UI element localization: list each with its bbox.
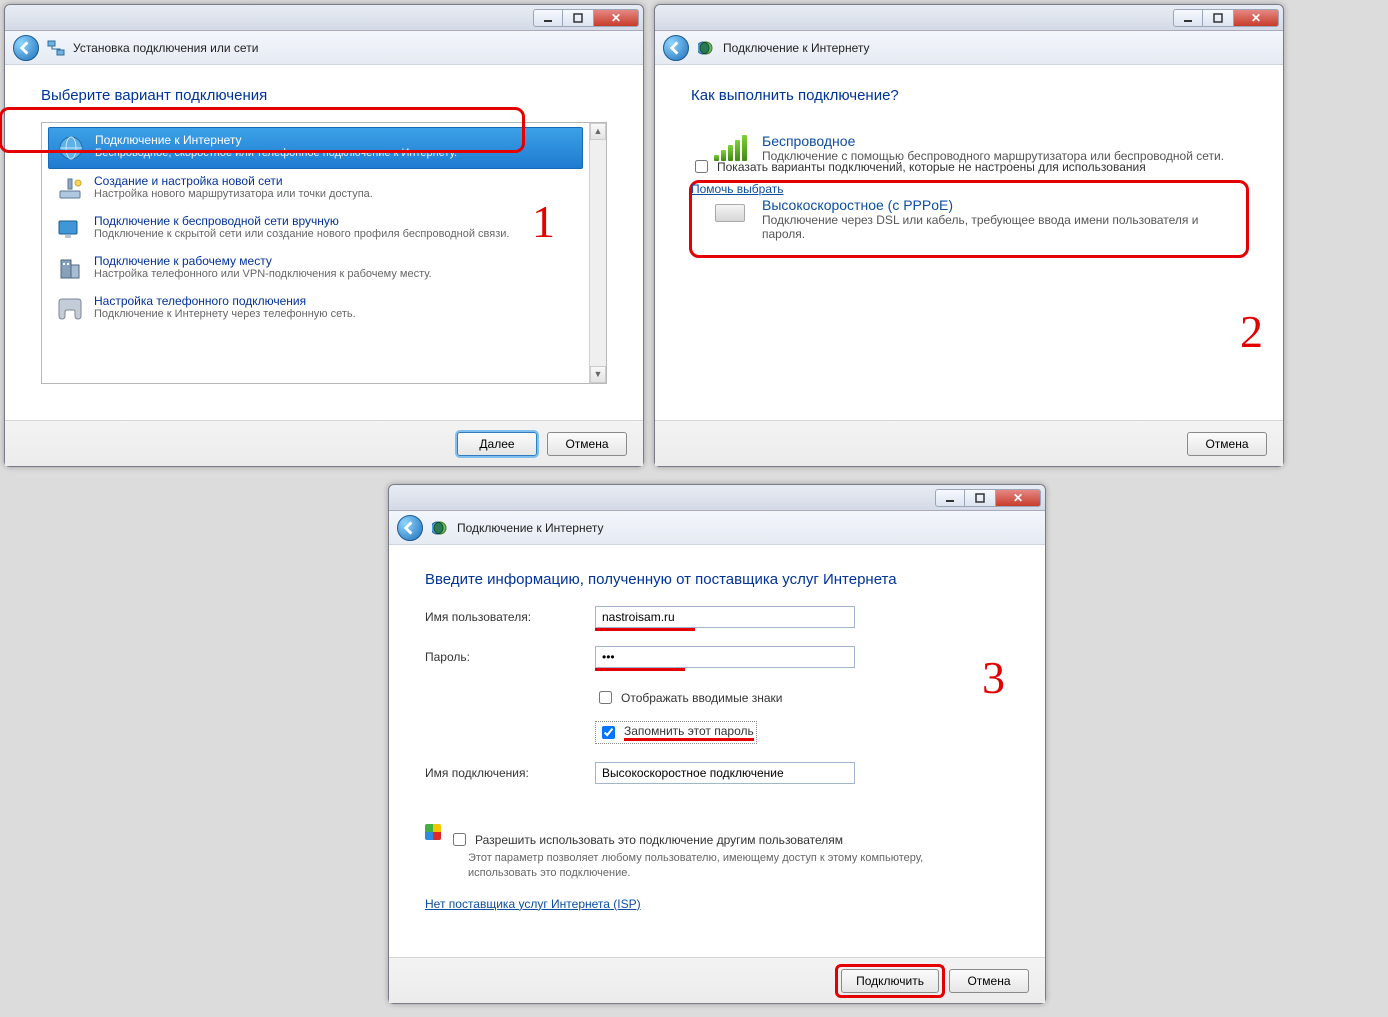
option-manual-wifi[interactable]: Подключение к беспроводной сети вручную … (48, 209, 583, 249)
back-button[interactable] (663, 35, 689, 61)
crumb-text: Подключение к Интернету (723, 41, 870, 55)
annotation-number: 1 (532, 195, 555, 248)
username-label: Имя пользователя: (425, 610, 595, 624)
cancel-button[interactable]: Отмена (949, 969, 1029, 993)
scroll-down-button[interactable]: ▼ (590, 366, 606, 383)
option-desc: Настройка телефонного или VPN-подключени… (94, 268, 577, 280)
option-title: Беспроводное (762, 133, 1224, 149)
checkbox-label: Показать варианты подключений, которые н… (717, 160, 1146, 174)
page-heading: Введите информацию, полученную от постав… (425, 571, 1009, 588)
help-choose-link[interactable]: Помочь выбрать (691, 182, 784, 196)
globe-icon (697, 39, 715, 57)
connection-name-label: Имя подключения: (425, 766, 595, 780)
router-icon (54, 173, 86, 205)
wizard-window-connect-type: ✕ Подключение к Интернету Как выполнить … (654, 4, 1284, 467)
navbar: Установка подключения или сети (5, 31, 643, 65)
minimize-button[interactable] (1173, 9, 1203, 27)
phone-icon (54, 293, 86, 325)
checkbox-label: Разрешить использовать это подключение д… (475, 833, 843, 847)
crumb-text: Установка подключения или сети (73, 41, 258, 55)
show-chars-checkbox[interactable] (599, 691, 612, 704)
content: Как выполнить подключение? Беспроводное … (655, 65, 1283, 252)
option-workplace[interactable]: Подключение к рабочему месту Настройка т… (48, 249, 583, 289)
allow-others-checkbox[interactable] (453, 833, 466, 846)
option-title: Создание и настройка новой сети (94, 174, 577, 188)
no-isp-link[interactable]: Нет поставщика услуг Интернета (ISP) (425, 897, 641, 911)
connection-name-input[interactable] (595, 762, 855, 784)
cancel-button[interactable]: Отмена (1187, 432, 1267, 456)
close-button[interactable]: ✕ (1233, 9, 1279, 27)
office-icon (54, 253, 86, 285)
footer: Подключить Отмена (389, 957, 1045, 1003)
scroll-up-button[interactable]: ▲ (590, 123, 606, 140)
footer: Далее Отмена (5, 420, 643, 466)
username-input[interactable] (595, 606, 855, 628)
back-button[interactable] (13, 35, 39, 61)
show-unconfigured-checkbox-row[interactable]: Показать варианты подключений, которые н… (691, 157, 1247, 176)
maximize-button[interactable] (965, 489, 995, 507)
globe-icon (55, 132, 87, 164)
wizard-window-credentials: ✕ Подключение к Интернету Введите информ… (388, 484, 1046, 1004)
page-heading: Выберите вариант подключения (41, 87, 607, 104)
option-internet[interactable]: Подключение к Интернету Беспроводное, ск… (48, 127, 583, 169)
titlebar[interactable]: ✕ (655, 5, 1283, 31)
navbar: Подключение к Интернету (655, 31, 1283, 65)
minimize-button[interactable] (533, 9, 563, 27)
globe-icon (431, 519, 449, 537)
annotation-number: 2 (1240, 305, 1263, 358)
titlebar[interactable]: ✕ (5, 5, 643, 31)
checkbox-label: Отображать вводимые знаки (621, 691, 782, 705)
show-chars-row[interactable]: Отображать вводимые знаки (595, 688, 782, 707)
content: Выберите вариант подключения Подключение… (5, 65, 643, 384)
allow-others-desc: Этот параметр позволяет любому пользоват… (468, 851, 968, 881)
checkbox-label: Запомнить этот пароль (624, 724, 754, 741)
option-desc: Беспроводное, скоростное или телефонное … (95, 147, 576, 159)
option-desc: Подключение через DSL или кабель, требую… (762, 213, 1226, 241)
titlebar[interactable]: ✕ (389, 485, 1045, 511)
crumb-text: Подключение к Интернету (457, 521, 604, 535)
cancel-button[interactable]: Отмена (547, 432, 627, 456)
navbar: Подключение к Интернету (389, 511, 1045, 545)
allow-others-row[interactable]: Разрешить использовать это подключение д… (449, 830, 1009, 849)
option-dialup[interactable]: Настройка телефонного подключения Подклю… (48, 289, 583, 329)
next-button[interactable]: Далее (457, 432, 537, 456)
option-desc: Настройка нового маршрутизатора или точк… (94, 188, 577, 200)
option-title: Высокоскоростное (с PPPoE) (762, 197, 1226, 213)
password-label: Пароль: (425, 650, 595, 664)
annotation-number: 3 (982, 651, 1005, 704)
network-icon (47, 39, 65, 57)
close-button[interactable]: ✕ (593, 9, 639, 27)
monitor-icon (54, 213, 86, 245)
modem-icon (712, 197, 748, 229)
page-heading: Как выполнить подключение? (691, 87, 1247, 104)
maximize-button[interactable] (1203, 9, 1233, 27)
remember-password-row[interactable]: Запомнить этот пароль (595, 721, 757, 744)
option-title: Подключение к рабочему месту (94, 254, 577, 268)
footer: Отмена (655, 420, 1283, 466)
option-new-network[interactable]: Создание и настройка новой сети Настройк… (48, 169, 583, 209)
wizard-window-setup: ✕ Установка подключения или сети Выберит… (4, 4, 644, 467)
option-desc: Подключение к скрытой сети или создание … (94, 228, 577, 240)
option-title: Настройка телефонного подключения (94, 294, 577, 308)
annotation-underline (595, 668, 685, 671)
show-unconfigured-checkbox[interactable] (695, 160, 708, 173)
scrollbar[interactable]: ▲ ▼ (589, 123, 606, 383)
connect-button[interactable]: Подключить (841, 969, 939, 993)
content: Введите информацию, полученную от постав… (389, 545, 1045, 911)
option-title: Подключение к беспроводной сети вручную (94, 214, 577, 228)
options-list: Подключение к Интернету Беспроводное, ск… (41, 122, 607, 384)
minimize-button[interactable] (935, 489, 965, 507)
remember-password-checkbox[interactable] (602, 726, 615, 739)
maximize-button[interactable] (563, 9, 593, 27)
password-input[interactable] (595, 646, 855, 668)
option-title: Подключение к Интернету (95, 133, 576, 147)
back-button[interactable] (397, 515, 423, 541)
close-button[interactable]: ✕ (995, 489, 1041, 507)
shield-icon (425, 824, 441, 840)
option-desc: Подключение к Интернету через телефонную… (94, 308, 577, 320)
annotation-underline (595, 628, 695, 631)
